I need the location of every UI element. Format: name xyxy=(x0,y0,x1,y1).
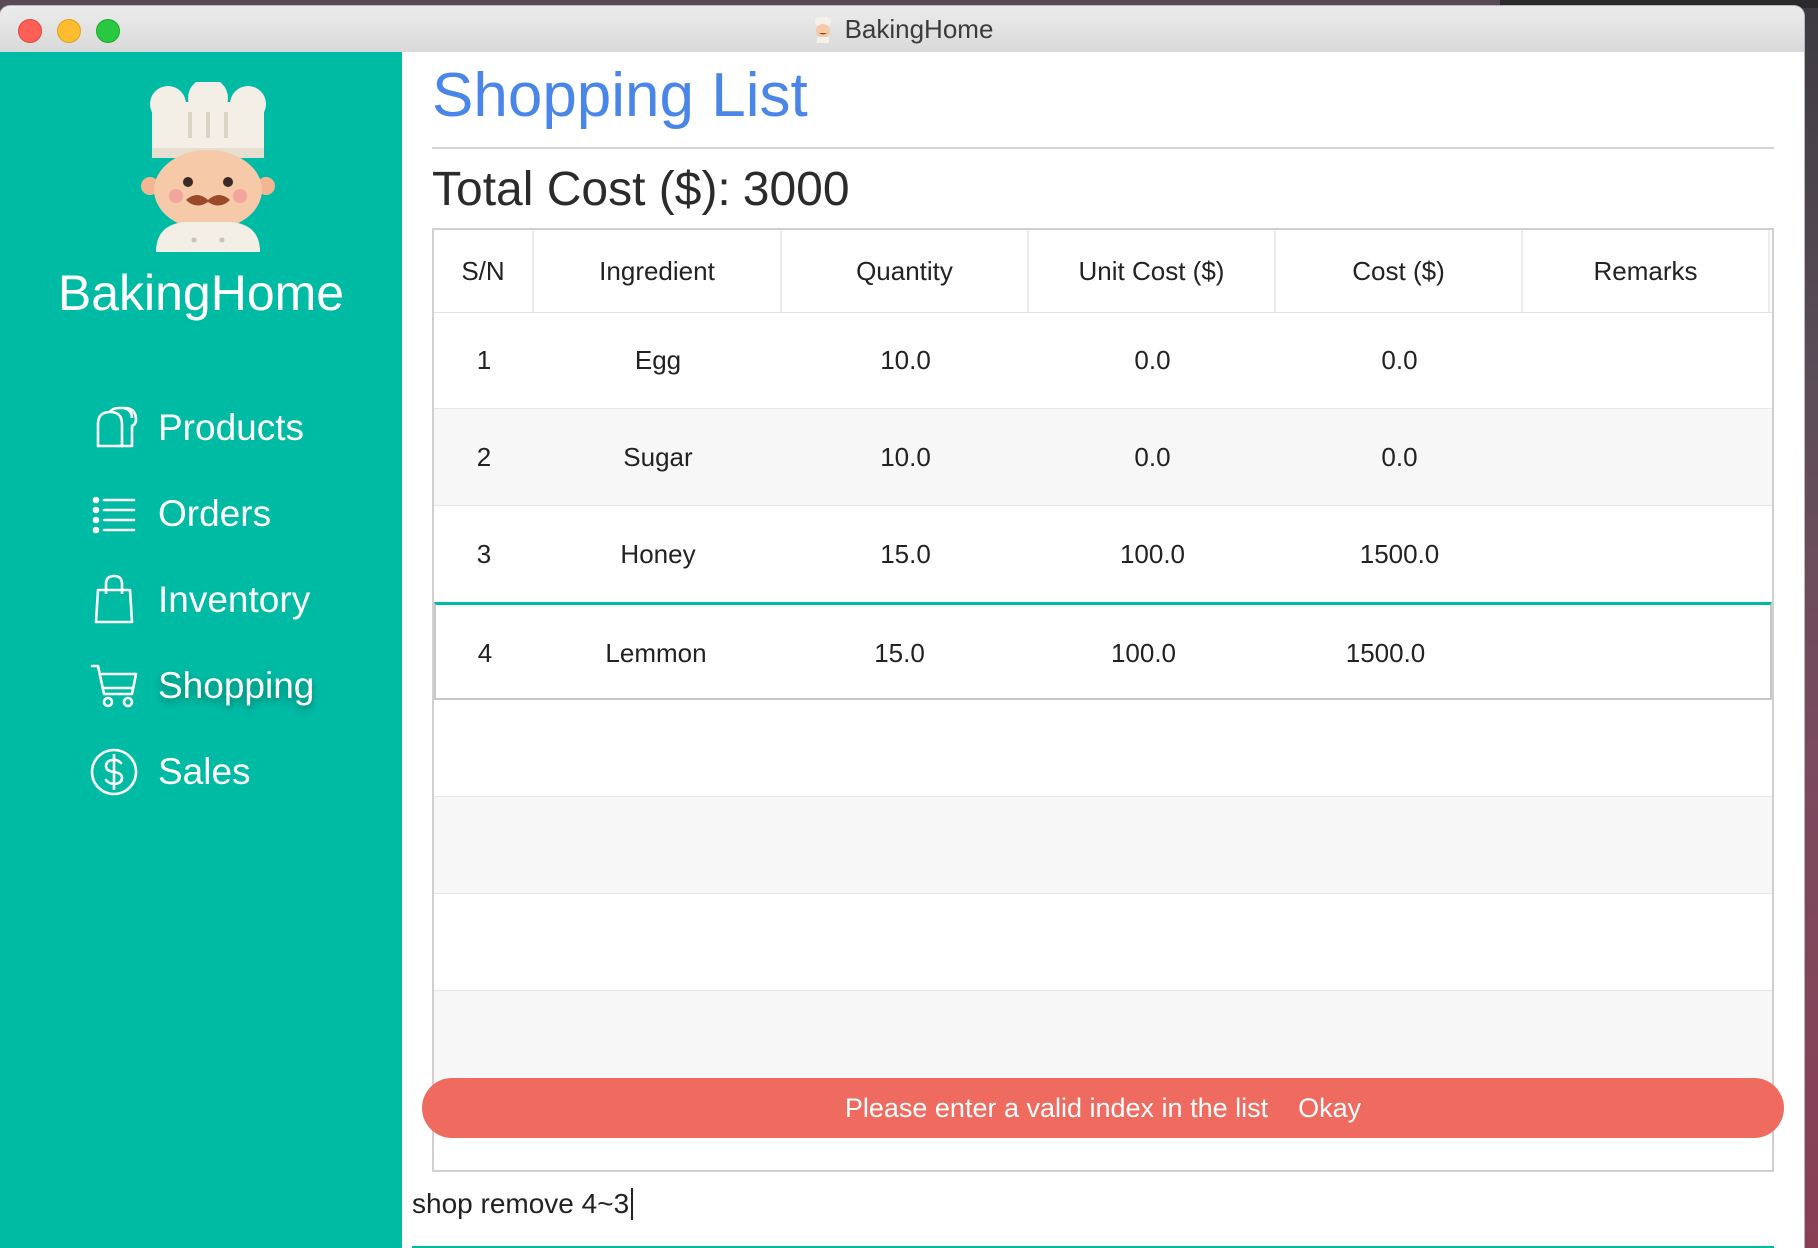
table-row-empty xyxy=(434,797,1772,893)
brand-name: BakingHome xyxy=(57,265,345,321)
cell-quantity: 15.0 xyxy=(880,538,931,569)
table-row-empty xyxy=(434,700,1772,796)
cell-cost: 0.0 xyxy=(1381,441,1418,472)
column-header-cost[interactable]: Cost ($) xyxy=(1276,230,1523,312)
dollar-icon xyxy=(90,748,138,796)
sidebar-item-label: Orders xyxy=(158,493,272,534)
table-header: S/N Ingredient Quantity Unit Cost ($) Co… xyxy=(434,230,1772,313)
table-row[interactable]: 1 Egg 10.0 0.0 0.0 xyxy=(434,312,1772,408)
cell-ingredient: Egg xyxy=(634,344,682,375)
cell-sn: 2 xyxy=(476,441,492,472)
sidebar-item-label: Products xyxy=(158,407,305,448)
cell-sn: 1 xyxy=(476,344,492,375)
cell-remarks xyxy=(1509,605,1756,701)
cell-remarks xyxy=(1523,312,1770,408)
bread-icon xyxy=(96,406,138,448)
sidebar-item-label: Sales xyxy=(158,751,251,792)
cell-unit-cost: 100.0 xyxy=(1119,538,1186,569)
cell-cost: 1500.0 xyxy=(1359,538,1440,569)
sidebar-item-products[interactable]: Products xyxy=(88,398,304,458)
chef-logo-icon xyxy=(141,82,275,252)
command-text: shop remove 4~3 xyxy=(412,1188,630,1219)
page-title: Shopping List xyxy=(432,61,808,130)
sidebar-item-shopping[interactable]: Shopping xyxy=(88,656,314,716)
main-panel: Shopping List Total Cost ($): 3000 S/N In… xyxy=(402,52,1804,1248)
total-cost-value: 3000 xyxy=(742,163,850,216)
sidebar-item-inventory[interactable]: Inventory xyxy=(88,570,310,630)
cell-remarks xyxy=(1523,506,1770,602)
sidebar-item-label: Inventory xyxy=(158,579,311,620)
total-cost-label: Total Cost ($): xyxy=(432,163,731,216)
table-row-empty xyxy=(434,991,1772,1087)
column-header-remarks[interactable]: Remarks xyxy=(1523,230,1770,312)
table-row-selected[interactable]: 4 Lemmon 15.0 100.0 1500.0 xyxy=(434,602,1772,700)
app-window: BakingHome BakingHome Products Orders In… xyxy=(0,6,1804,1248)
cell-remarks xyxy=(1523,409,1770,505)
column-header-ingredient[interactable]: Ingredient xyxy=(534,230,782,312)
error-toast: Please enter a valid index in the list O… xyxy=(422,1078,1784,1138)
cell-quantity: 10.0 xyxy=(880,441,931,472)
cell-ingredient: Honey xyxy=(620,538,696,569)
cell-unit-cost: 0.0 xyxy=(1134,344,1171,375)
text-caret xyxy=(631,1188,634,1220)
table-row-empty xyxy=(434,894,1772,990)
cell-ingredient: Sugar xyxy=(623,441,693,472)
cell-unit-cost: 0.0 xyxy=(1134,441,1171,472)
table-row[interactable]: 3 Honey 15.0 100.0 1500.0 xyxy=(434,506,1772,602)
cell-cost: 1500.0 xyxy=(1345,637,1426,668)
list-icon xyxy=(92,496,136,534)
total-cost: Total Cost ($): 3000 xyxy=(432,162,862,217)
title-bar[interactable]: BakingHome xyxy=(0,6,1804,53)
cell-sn: 3 xyxy=(476,538,492,569)
window-title-group: BakingHome xyxy=(0,6,1804,52)
sidebar: BakingHome Products Orders Inventory Sho… xyxy=(0,52,402,1248)
toast-okay-button[interactable]: Okay xyxy=(1298,1093,1361,1124)
title-divider xyxy=(432,147,1774,149)
chef-icon xyxy=(814,17,831,43)
column-header-quantity[interactable]: Quantity xyxy=(782,230,1029,312)
shopping-bag-icon xyxy=(94,574,134,624)
cell-quantity: 10.0 xyxy=(880,344,931,375)
toast-message: Please enter a valid index in the list xyxy=(844,1092,1269,1123)
cell-unit-cost: 100.0 xyxy=(1110,637,1177,668)
sidebar-item-orders[interactable]: Orders xyxy=(88,484,271,544)
column-header-sn[interactable]: S/N xyxy=(434,230,534,312)
command-input[interactable]: shop remove 4~3 xyxy=(412,1176,1774,1232)
column-header-unit-cost[interactable]: Unit Cost ($) xyxy=(1029,230,1276,312)
cell-sn: 4 xyxy=(477,637,493,668)
cell-cost: 0.0 xyxy=(1381,344,1418,375)
shopping-table[interactable]: S/N Ingredient Quantity Unit Cost ($) Co… xyxy=(432,228,1774,1172)
sidebar-item-sales[interactable]: Sales xyxy=(88,742,251,802)
cell-quantity: 15.0 xyxy=(874,637,925,668)
cell-ingredient: Lemmon xyxy=(605,637,707,668)
sidebar-item-label: Shopping xyxy=(158,665,315,706)
table-row[interactable]: 2 Sugar 10.0 0.0 0.0 xyxy=(434,409,1772,505)
shopping-cart-icon xyxy=(90,664,138,708)
window-title: BakingHome xyxy=(844,13,994,44)
